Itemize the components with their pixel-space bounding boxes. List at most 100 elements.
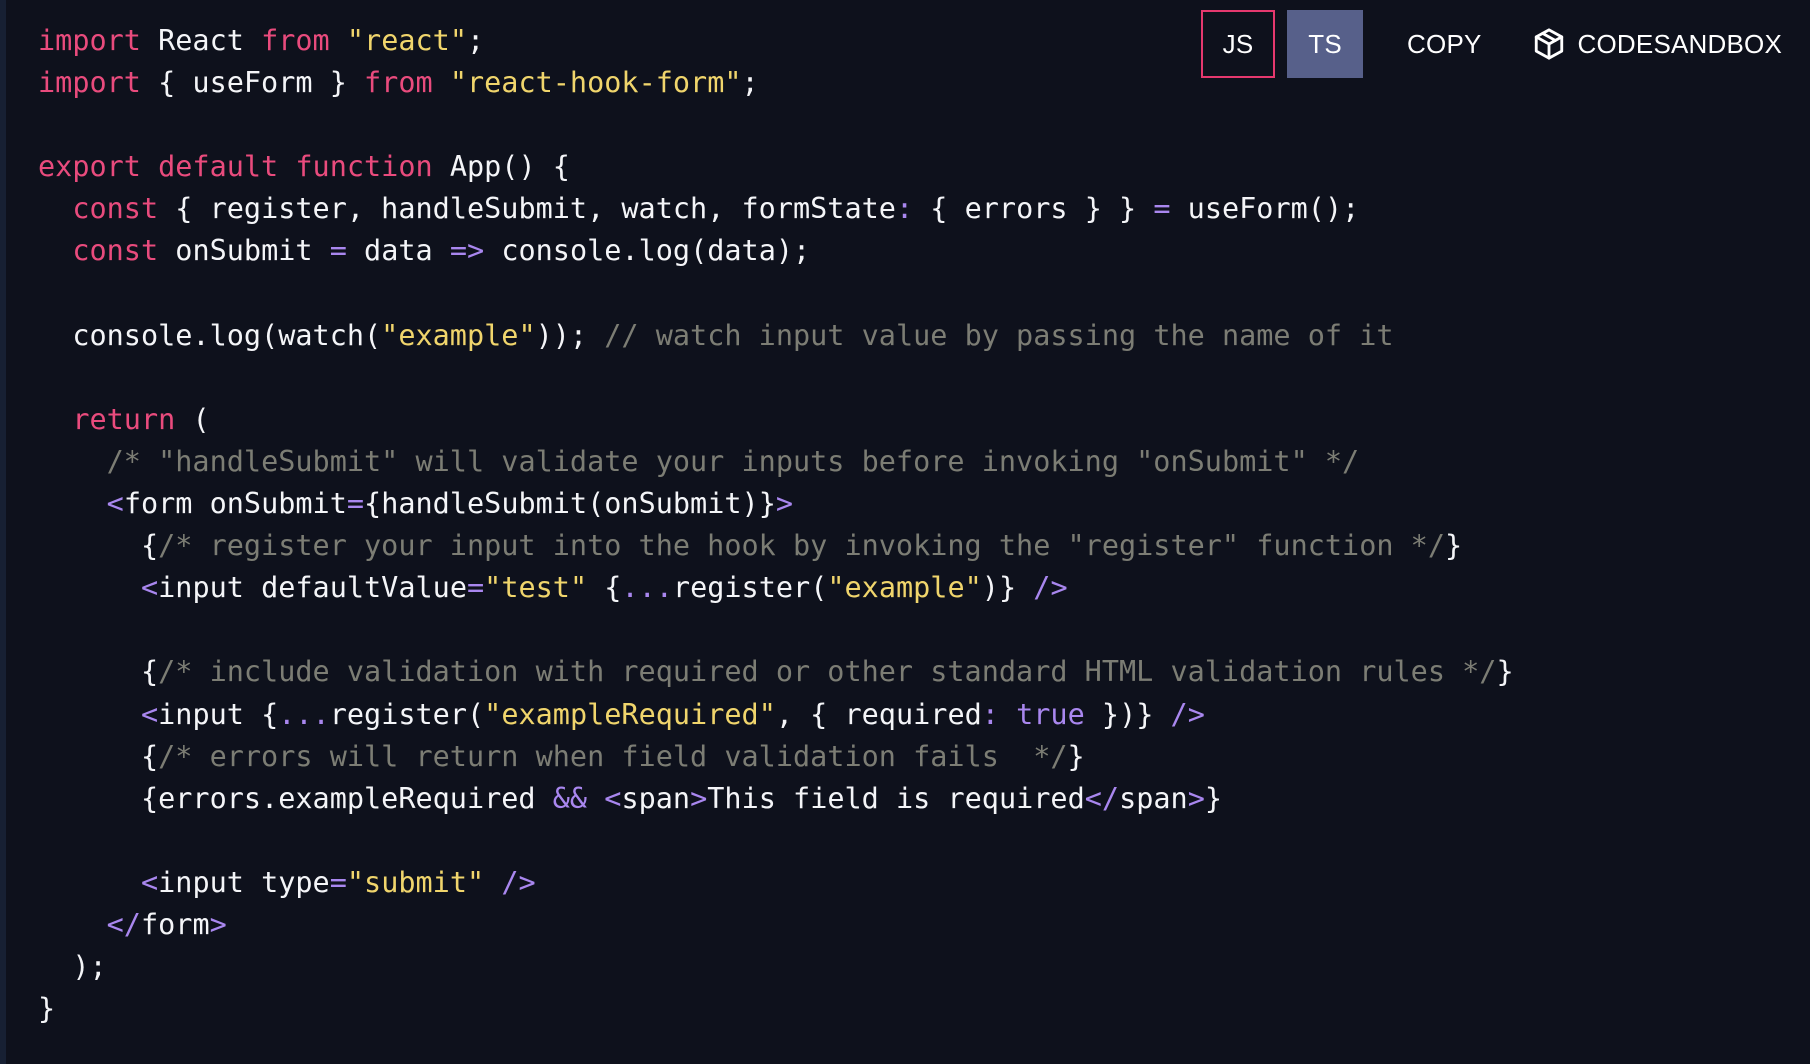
code-text: App() {: [432, 150, 570, 184]
code-line: {errors.exampleRequired && <span>This fi…: [38, 778, 1514, 820]
code-text: {: [587, 571, 622, 605]
code-text: }: [1204, 781, 1223, 815]
code-punctuation: =: [466, 571, 485, 605]
code-keyword: const: [72, 192, 159, 226]
code-punctuation: =: [1153, 192, 1171, 226]
code-keyword: from: [364, 66, 433, 100]
code-punctuation: =>: [449, 234, 485, 268]
code-line: {/* include validation with required or …: [38, 651, 1514, 693]
code-punctuation: />: [1170, 697, 1205, 731]
code-text: {: [38, 739, 159, 773]
code-text: React: [140, 24, 262, 57]
code-line: ​: [38, 273, 1514, 315]
codesandbox-label: CODESANDBOX: [1577, 28, 1782, 59]
code-keyword: import: [38, 66, 141, 100]
code-punctuation: :: [895, 192, 914, 226]
code-text: {: [38, 529, 159, 563]
code-text: console.log(watch(: [38, 318, 382, 352]
code-keyword: export default function: [38, 150, 433, 184]
code-line: import { useForm } from "react-hook-form…: [38, 62, 1514, 104]
code-punctuation: ...: [278, 697, 330, 731]
code-text: { useForm }: [140, 66, 365, 100]
code-punctuation: =: [329, 234, 347, 268]
code-punctuation: true: [1016, 697, 1085, 731]
code-text: form: [140, 907, 210, 941]
codesandbox-button[interactable]: CODESANDBOX: [1532, 10, 1782, 78]
code-punctuation: ...: [621, 571, 673, 605]
code-punctuation: =: [329, 865, 347, 899]
code-line: }: [38, 988, 1514, 1030]
code-block: import React from "react"; import { useFo…: [38, 20, 1514, 1030]
code-line: console.log(watch("example")); // watch …: [38, 315, 1514, 357]
code-line: return (: [38, 399, 1514, 441]
code-punctuation: >: [1187, 781, 1205, 815]
code-line: ​: [38, 609, 1514, 651]
code-punctuation: </: [1084, 781, 1120, 815]
code-text: {errors.exampleRequired: [38, 781, 553, 815]
code-line: export default function App() {: [38, 146, 1514, 188]
code-comment: /* register your input into the hook by …: [158, 529, 1445, 563]
code-line: const { register, handleSubmit, watch, f…: [38, 188, 1514, 230]
code-text: input defaultValue: [158, 571, 467, 605]
code-text: )}: [981, 571, 1034, 605]
code-string: "react-hook-form": [449, 66, 742, 100]
code-line: import React from "react";: [38, 20, 1514, 62]
code-line: <form onSubmit={handleSubmit(onSubmit)}>: [38, 483, 1514, 525]
code-punctuation: <: [604, 781, 622, 815]
code-string: "react": [346, 24, 467, 57]
code-line: <input type="submit" />: [38, 862, 1514, 904]
code-punctuation: </: [106, 907, 141, 941]
code-keyword: import: [38, 24, 141, 57]
code-line: <input defaultValue="test" {...register(…: [38, 567, 1514, 609]
code-text: (: [175, 402, 210, 436]
code-string: "submit": [346, 865, 485, 899]
code-line: /* "handleSubmit" will validate your inp…: [38, 441, 1514, 483]
code-line: {/* errors will return when field valida…: [38, 736, 1514, 778]
code-text: console.log(data);: [484, 234, 811, 268]
code-text: register(: [672, 571, 828, 605]
code-panel: JS TS COPY CODESANDBOX import React from…: [0, 0, 1810, 1064]
code-text: ));: [535, 318, 588, 352]
code-punctuation: >: [775, 487, 794, 521]
code-text: );: [38, 950, 107, 984]
code-text: }: [1067, 739, 1085, 773]
code-text: register(: [329, 697, 485, 731]
code-text: }: [38, 992, 56, 1026]
code-text: }: [1445, 529, 1463, 563]
code-text: input type: [158, 865, 330, 899]
code-punctuation: <: [140, 865, 159, 899]
code-punctuation: <: [140, 697, 159, 731]
code-text: onSubmit: [158, 234, 330, 268]
code-keyword: return: [72, 402, 176, 436]
code-text: , { required: [775, 697, 982, 731]
code-text: { register, handleSubmit, watch, formSta…: [158, 192, 896, 226]
code-text: }: [1496, 655, 1514, 689]
code-punctuation: &&: [552, 781, 588, 815]
code-line: ​: [38, 820, 1514, 862]
code-punctuation: />: [501, 865, 536, 899]
code-string: "example": [381, 318, 536, 352]
code-punctuation: :: [981, 697, 999, 731]
code-text: {: [38, 655, 159, 689]
code-line: ​: [38, 104, 1514, 146]
code-line: </form>: [38, 904, 1514, 946]
code-line: ​: [38, 357, 1514, 399]
code-text: useForm();: [1170, 192, 1360, 226]
code-text: ;: [741, 66, 759, 100]
code-keyword: from: [261, 24, 330, 57]
code-line: );: [38, 946, 1514, 988]
code-text: ;: [466, 24, 485, 57]
code-text: span: [1119, 781, 1188, 815]
code-comment: /* include validation with required or o…: [158, 655, 1497, 689]
code-punctuation: =: [346, 487, 365, 521]
